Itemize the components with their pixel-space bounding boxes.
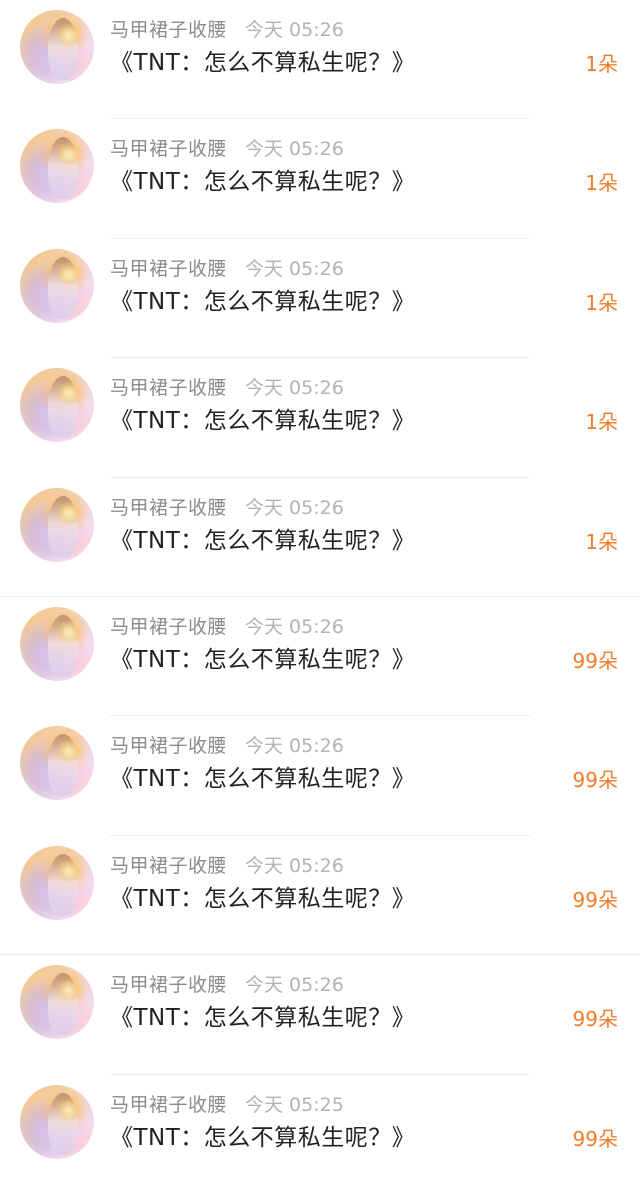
username[interactable]: 马甲裙子收腰 — [110, 373, 227, 400]
item-title: 《TNT：怎么不算私生呢？》 — [110, 50, 416, 76]
item-title: 《TNT：怎么不算私生呢？》 — [110, 1124, 416, 1151]
avatar[interactable] — [20, 606, 94, 681]
list-item[interactable]: 马甲裙子收腰 今天 05:26 《TNT：怎么不算私生呢？》 1朵 — [0, 239, 640, 359]
username[interactable]: 马甲裙子收腰 — [110, 851, 227, 878]
username[interactable]: 马甲裙子收腰 — [110, 612, 227, 639]
item-meta: 马甲裙子收腰 今天 05:26 — [110, 134, 344, 161]
timestamp: 今天 05:26 — [245, 496, 344, 519]
item-title: 《TNT：怎么不算私生呢？》 — [110, 1005, 416, 1032]
username[interactable]: 马甲裙子收腰 — [110, 254, 227, 281]
list-item[interactable]: 马甲裙子收腰 今天 05:26 《TNT：怎么不算私生呢？》 99朵 — [0, 597, 640, 717]
avatar[interactable] — [20, 129, 94, 204]
flower-count: 1朵 — [585, 529, 618, 554]
timestamp: 今天 05:26 — [245, 19, 344, 41]
avatar[interactable] — [20, 487, 94, 562]
item-meta: 马甲裙子收腰 今天 05:26 — [110, 970, 344, 997]
timestamp: 今天 05:25 — [245, 1093, 344, 1116]
avatar[interactable] — [20, 1084, 94, 1159]
timestamp: 今天 05:26 — [245, 138, 344, 161]
flower-count: 99朵 — [572, 768, 618, 793]
item-title: 《TNT：怎么不算私生呢？》 — [110, 885, 416, 912]
list-item[interactable]: 马甲裙子收腰 今天 05:26 《TNT：怎么不算私生呢？》 99朵 — [0, 955, 640, 1075]
item-title: 《TNT：怎么不算私生呢？》 — [110, 288, 416, 315]
avatar[interactable] — [20, 10, 94, 84]
username[interactable]: 马甲裙子收腰 — [110, 731, 227, 758]
flower-count: 1朵 — [585, 171, 618, 196]
avatar[interactable] — [20, 248, 94, 323]
username[interactable]: 马甲裙子收腰 — [110, 1090, 227, 1117]
username[interactable]: 马甲裙子收腰 — [110, 15, 227, 42]
list-item[interactable]: 马甲裙子收腰 今天 05:26 《TNT：怎么不算私生呢？》 99朵 — [0, 836, 640, 956]
flower-count: 99朵 — [572, 648, 618, 673]
item-title: 《TNT：怎么不算私生呢？》 — [110, 646, 416, 673]
timestamp: 今天 05:26 — [245, 735, 344, 758]
timestamp: 今天 05:26 — [245, 377, 344, 400]
list-item[interactable]: 马甲裙子收腰 今天 05:26 《TNT：怎么不算私生呢？》 1朵 — [0, 358, 640, 478]
list-item[interactable]: 马甲裙子收腰 今天 05:26 《TNT：怎么不算私生呢？》 1朵 — [0, 119, 640, 239]
item-meta: 马甲裙子收腰 今天 05:25 — [110, 1090, 344, 1117]
item-meta: 马甲裙子收腰 今天 05:26 — [110, 731, 344, 758]
item-title: 《TNT：怎么不算私生呢？》 — [110, 408, 416, 435]
flower-count: 1朵 — [585, 410, 618, 435]
item-title: 《TNT：怎么不算私生呢？》 — [110, 766, 416, 793]
list-item[interactable]: 马甲裙子收腰 今天 05:26 《TNT：怎么不算私生呢？》 99朵 — [0, 716, 640, 836]
item-title: 《TNT：怎么不算私生呢？》 — [110, 169, 416, 196]
username[interactable]: 马甲裙子收腰 — [110, 970, 227, 997]
timestamp: 今天 05:26 — [245, 854, 344, 877]
flower-count: 1朵 — [585, 290, 618, 315]
avatar[interactable] — [20, 726, 94, 801]
timestamp: 今天 05:26 — [245, 257, 344, 280]
avatar[interactable] — [20, 368, 94, 443]
avatar[interactable] — [20, 965, 94, 1040]
flower-count: 1朵 — [585, 52, 618, 76]
gift-record-list: 马甲裙子收腰 今天 05:26 《TNT：怎么不算私生呢？》 1朵 马甲裙子收腰… — [0, 0, 640, 1194]
flower-count: 99朵 — [572, 1007, 618, 1032]
item-meta: 马甲裙子收腰 今天 05:26 — [110, 373, 344, 400]
item-meta: 马甲裙子收腰 今天 05:26 — [110, 493, 344, 520]
item-meta: 马甲裙子收腰 今天 05:26 — [110, 254, 344, 281]
username[interactable]: 马甲裙子收腰 — [110, 493, 227, 520]
avatar[interactable] — [20, 845, 94, 920]
list-item[interactable]: 马甲裙子收腰 今天 05:26 《TNT：怎么不算私生呢？》 1朵 — [0, 0, 640, 120]
flower-count: 99朵 — [572, 887, 618, 912]
flower-count: 99朵 — [572, 1126, 618, 1151]
item-meta: 马甲裙子收腰 今天 05:26 — [110, 15, 344, 42]
list-item[interactable]: 马甲裙子收腰 今天 05:25 《TNT：怎么不算私生呢？》 99朵 — [0, 1075, 640, 1194]
list-item[interactable]: 马甲裙子收腰 今天 05:26 《TNT：怎么不算私生呢？》 1朵 — [0, 478, 640, 597]
timestamp: 今天 05:26 — [245, 974, 344, 997]
item-meta: 马甲裙子收腰 今天 05:26 — [110, 612, 344, 639]
item-title: 《TNT：怎么不算私生呢？》 — [110, 527, 416, 554]
timestamp: 今天 05:26 — [245, 615, 344, 638]
username[interactable]: 马甲裙子收腰 — [110, 134, 227, 161]
item-meta: 马甲裙子收腰 今天 05:26 — [110, 851, 344, 878]
